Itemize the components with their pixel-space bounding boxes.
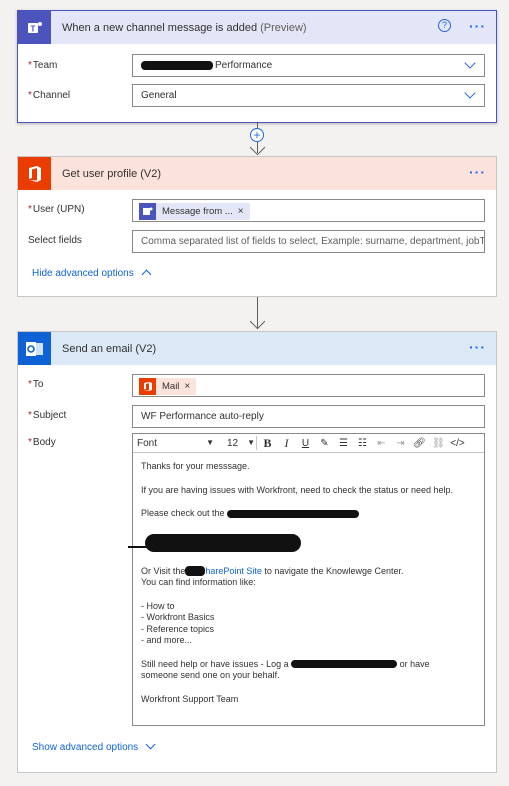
teams-icon: T	[18, 11, 51, 44]
trigger-card-header[interactable]: T When a new channel message is added (P…	[18, 11, 496, 44]
get-user-profile-card: Get user profile (V2) ··· *User (UPN) Me…	[17, 156, 497, 297]
teams-icon	[139, 203, 156, 220]
office-icon	[139, 378, 156, 395]
redaction	[291, 660, 398, 669]
redaction	[141, 60, 213, 70]
chevron-up-icon	[141, 269, 151, 280]
channel-label: Channel	[32, 90, 71, 101]
select-fields-label: Select fields	[28, 235, 82, 246]
send-email-card: Send an email (V2) ··· *To Mail × *Subje…	[17, 331, 497, 773]
highlight-pen-icon[interactable]: ✎	[315, 438, 334, 449]
to-field[interactable]: Mail ×	[132, 374, 485, 397]
user-upn-label: User (UPN)	[32, 204, 85, 215]
preview-tag: (Preview)	[260, 21, 307, 34]
send-email-title: Send an email (V2)	[62, 342, 157, 355]
caret-down-icon: ▼	[247, 437, 255, 447]
italic-icon[interactable]: I	[277, 436, 296, 451]
user-upn-field[interactable]: Message from ... ×	[132, 199, 485, 222]
send-email-header[interactable]: Send an email (V2) ···	[18, 332, 496, 365]
remove-token-icon[interactable]: ×	[184, 376, 190, 396]
underline-icon[interactable]: U	[296, 438, 315, 449]
email-body-content[interactable]: Thanks for your messsage. If you are hav…	[133, 453, 484, 713]
body-label: Body	[32, 437, 56, 448]
bold-icon[interactable]: B	[258, 436, 277, 451]
bullet-list-icon[interactable]: ☰	[334, 438, 353, 449]
svg-text:T: T	[30, 24, 35, 33]
trigger-card-title: When a new channel message is added	[62, 21, 258, 34]
trigger-card: T When a new channel message is added (P…	[17, 10, 497, 123]
arrow-icon	[249, 313, 266, 330]
team-label: Team	[32, 60, 58, 71]
editor-toolbar: Font ▼ 12 ▼ B I U ✎ ☰ ☷ ⇤ ⇥ 🔗︎ ⛓︎ </>	[133, 434, 484, 453]
sharepoint-site-link[interactable]: harePoint Site	[205, 566, 262, 576]
remove-token-icon[interactable]: ×	[238, 201, 244, 221]
code-view-icon[interactable]: </>	[448, 438, 467, 449]
unlink-icon[interactable]: ⛓︎	[429, 438, 448, 449]
message-from-token[interactable]: Message from ... ×	[139, 203, 250, 220]
chevron-down-icon	[145, 739, 156, 750]
redaction	[227, 509, 360, 518]
arrow-icon	[249, 139, 266, 156]
redaction	[185, 566, 206, 577]
office-icon	[18, 157, 51, 190]
help-icon[interactable]: ?	[438, 19, 451, 32]
redaction	[145, 533, 301, 552]
font-size-select[interactable]: 12 ▼	[227, 438, 255, 449]
caret-down-icon: ▼	[206, 437, 214, 447]
select-fields-input[interactable]: Comma separated list of fields to select…	[132, 230, 485, 253]
outlook-icon	[18, 332, 51, 365]
link-icon[interactable]: 🔗︎	[410, 438, 429, 449]
more-options-icon[interactable]: ···	[469, 339, 486, 355]
more-options-icon[interactable]: ···	[469, 164, 486, 180]
redaction-stroke	[128, 546, 168, 548]
chevron-down-icon	[464, 87, 476, 99]
show-advanced-options-link[interactable]: Show advanced options	[32, 739, 156, 753]
hide-advanced-options-link[interactable]: Hide advanced options	[32, 268, 151, 280]
chevron-down-icon	[464, 57, 476, 69]
team-select[interactable]: Performance	[132, 54, 485, 77]
get-user-profile-header[interactable]: Get user profile (V2) ···	[18, 157, 496, 190]
to-label: To	[32, 379, 44, 390]
increase-indent-icon[interactable]: ⇥	[391, 438, 410, 449]
font-select[interactable]: Font ▼	[137, 438, 219, 449]
numbered-list-icon[interactable]: ☷	[353, 438, 372, 449]
subject-input[interactable]: WF Performance auto-reply	[132, 405, 485, 428]
get-user-profile-title: Get user profile (V2)	[62, 167, 162, 180]
channel-select[interactable]: General	[132, 84, 485, 107]
subject-label: Subject	[32, 410, 67, 421]
mail-token[interactable]: Mail ×	[139, 376, 197, 396]
body-editor[interactable]: Font ▼ 12 ▼ B I U ✎ ☰ ☷ ⇤ ⇥ 🔗︎ ⛓︎ </> Than…	[132, 433, 485, 726]
more-options-icon[interactable]: ···	[469, 18, 486, 34]
decrease-indent-icon[interactable]: ⇤	[372, 438, 391, 449]
